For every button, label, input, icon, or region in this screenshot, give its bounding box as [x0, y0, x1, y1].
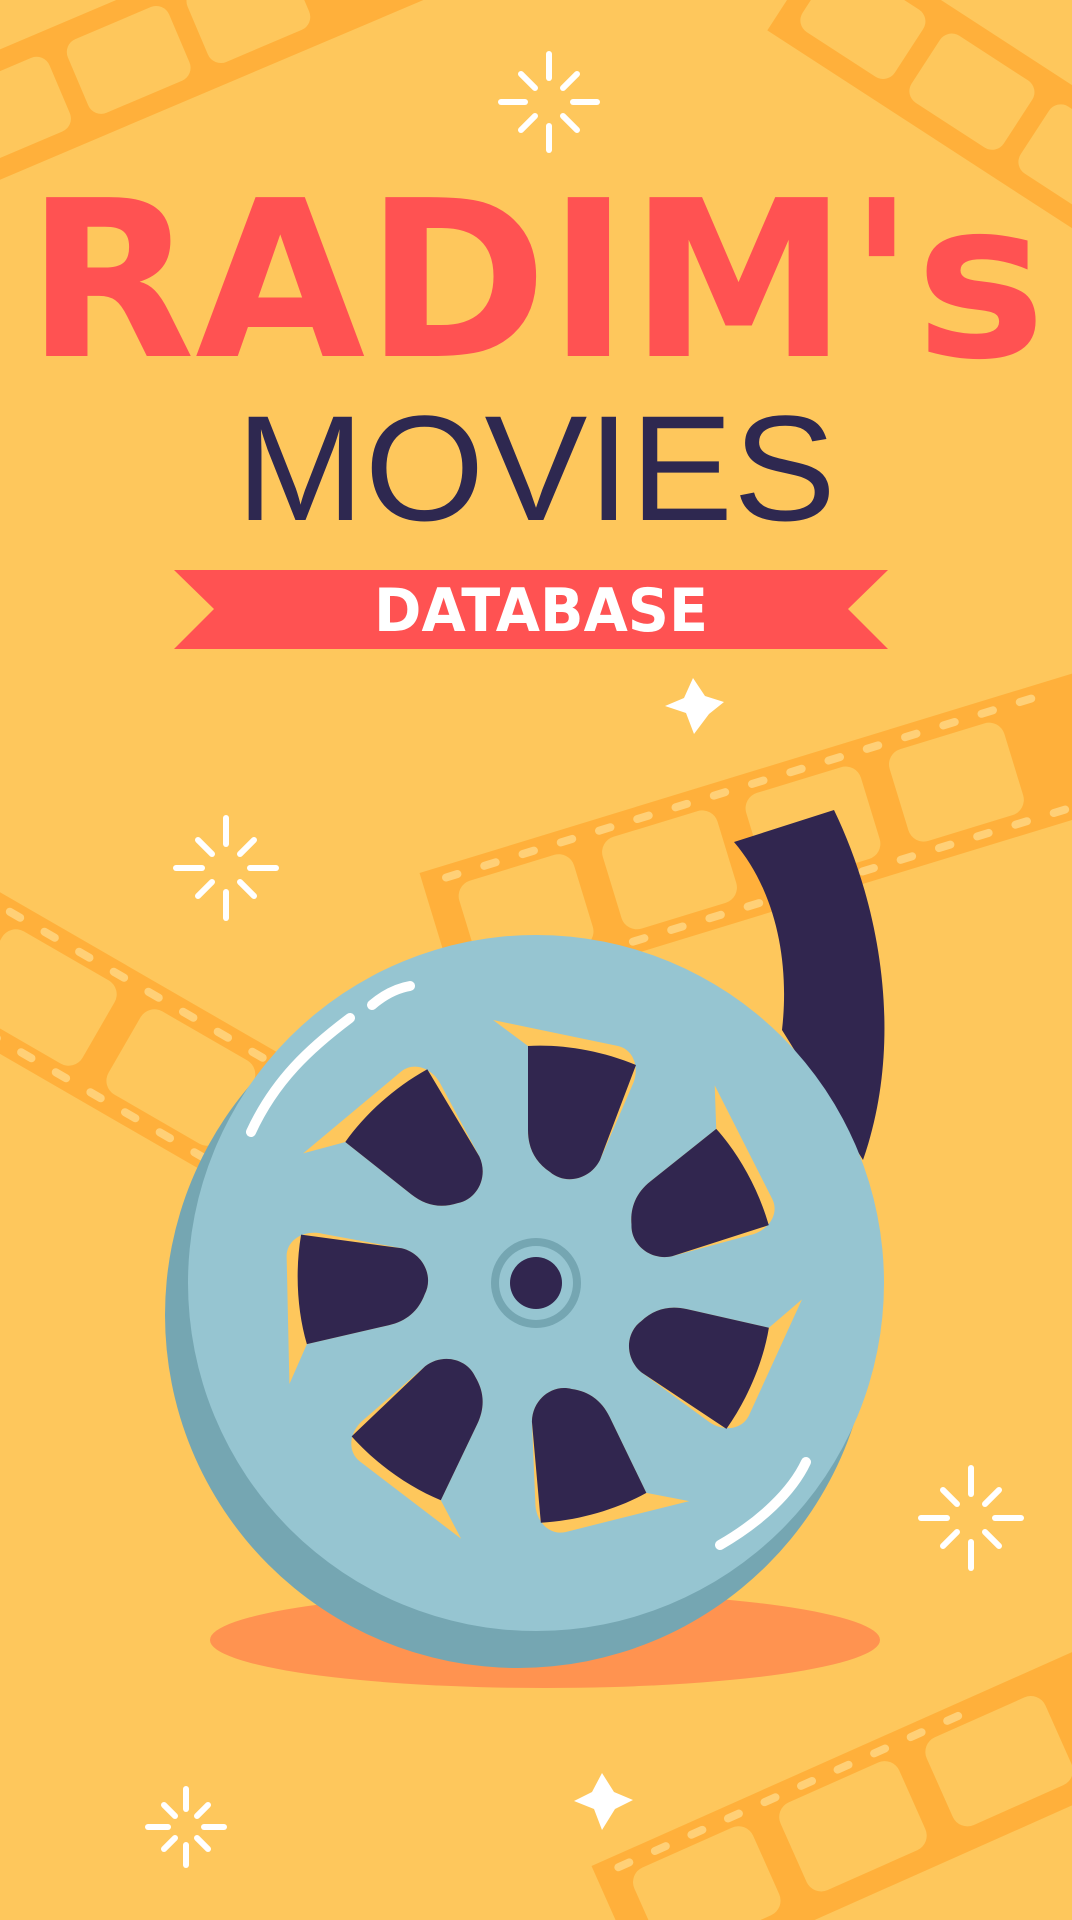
star-icon — [665, 678, 724, 734]
film-reel-icon — [165, 935, 884, 1668]
sparkle-icon — [173, 815, 279, 921]
sparkle-icon — [145, 1786, 227, 1868]
poster-title: RADIM's — [26, 155, 1046, 408]
poster-artwork: RADIM's MOVIES DATABASE — [0, 0, 1072, 1920]
sparkle-icon — [918, 1465, 1024, 1571]
poster-subtitle: MOVIES — [236, 384, 836, 552]
poster: RADIM's MOVIES DATABASE — [0, 0, 1072, 1920]
sparkle-icon — [498, 51, 600, 153]
star-icon — [574, 1773, 633, 1830]
ribbon-label: DATABASE — [374, 576, 708, 646]
